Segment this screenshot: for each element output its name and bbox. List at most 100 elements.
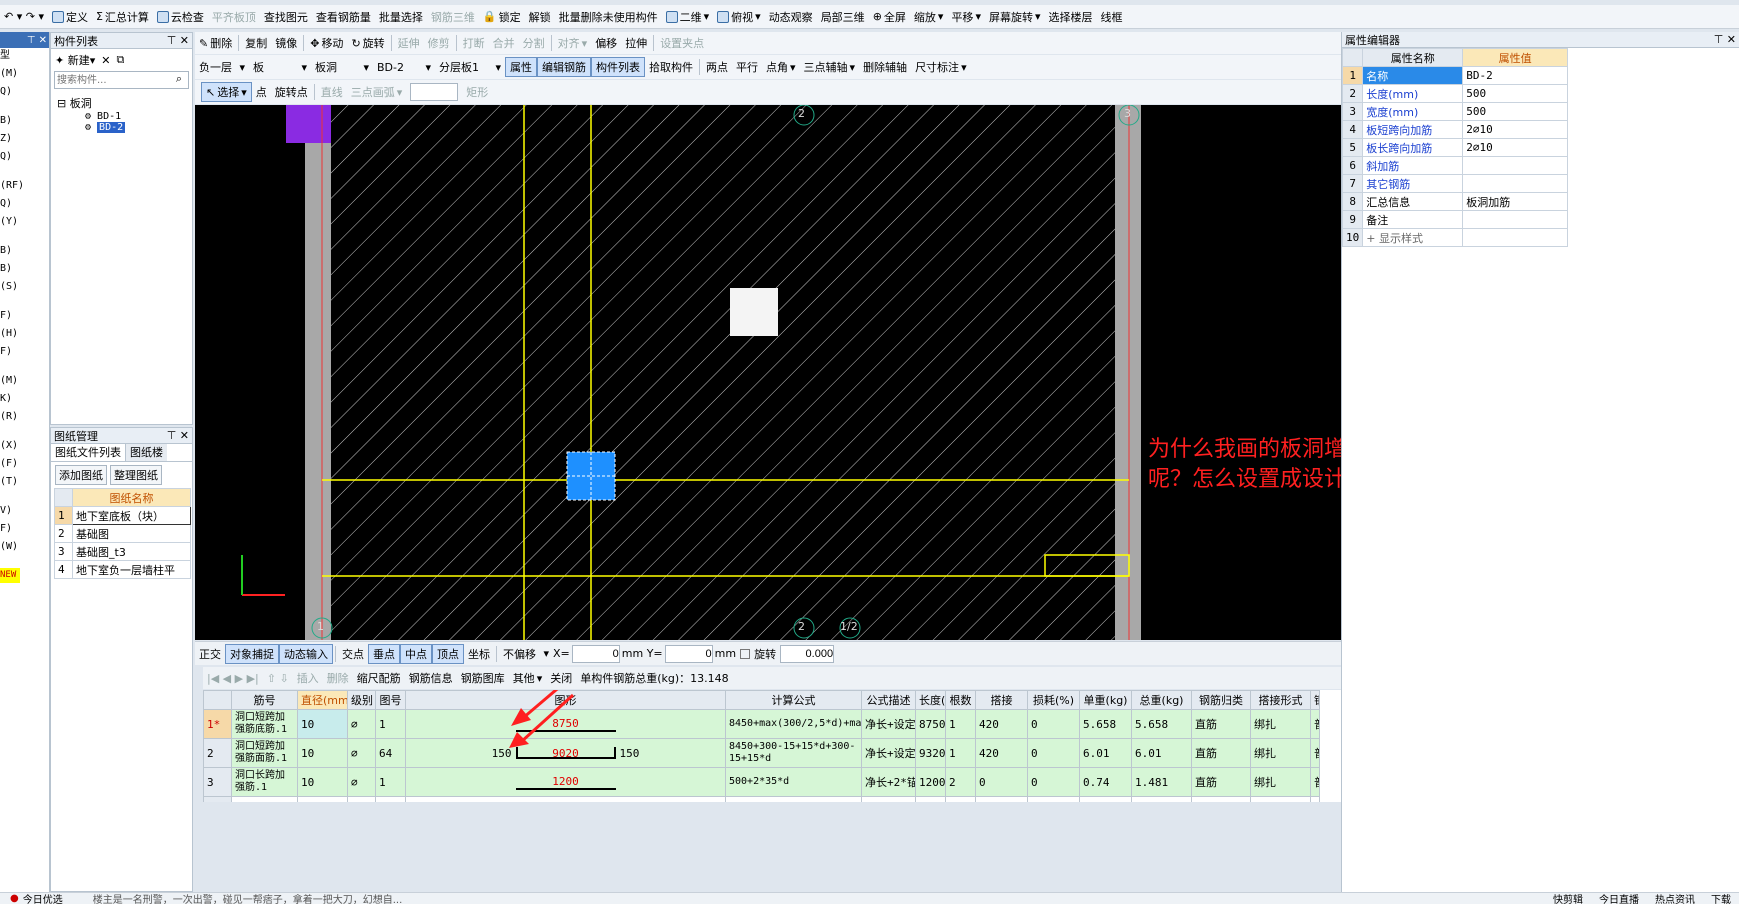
snap-intersection[interactable]: 交点 xyxy=(338,644,368,664)
member-select[interactable]: BD-2 ▾ xyxy=(373,57,435,77)
property-value[interactable] xyxy=(1462,210,1568,229)
drawing-row[interactable]: 3 基础图_t3 xyxy=(54,542,191,561)
tool-rotate[interactable]: ↻ 旋转 xyxy=(347,33,388,53)
tool-summary[interactable]: Σ 汇总计算 xyxy=(92,7,153,27)
rebar-cell-desc[interactable]: 净长+设定锚固+设定锚固 xyxy=(861,709,916,739)
snap-coordinate[interactable]: 坐标 xyxy=(464,644,494,664)
point-angle-button[interactable]: 点角 ▾ xyxy=(762,57,800,77)
rebar-shape-cell[interactable]: 1200 xyxy=(405,767,726,797)
tool-offset[interactable]: 偏移 xyxy=(591,33,621,53)
rebar-cell-cat[interactable]: 直筋 xyxy=(1191,709,1251,739)
tool-align[interactable]: 对齐 ▾ xyxy=(554,33,592,53)
offset-select[interactable]: 不偏移 ▾ xyxy=(499,644,553,664)
tool-stretch[interactable]: 拉伸 xyxy=(621,33,651,53)
tool-wireframe[interactable]: 线框 xyxy=(1097,7,1127,27)
rebar-cell-fig[interactable]: 1 xyxy=(375,767,406,797)
point-button[interactable]: 点 xyxy=(252,82,271,102)
rebar-cell-lap_form[interactable]: 绑扎 xyxy=(1250,709,1311,739)
dynamic-input-toggle[interactable]: 动态输入 xyxy=(279,643,333,664)
tree-root-item[interactable]: ⊟ 板洞 xyxy=(57,95,192,111)
property-row[interactable]: 6 斜加筋 xyxy=(1341,156,1568,175)
rebar-cell-unit_w[interactable]: 5.658 xyxy=(1079,709,1132,739)
properties-button[interactable]: 属性 xyxy=(505,57,537,77)
tool-rotate-screen[interactable]: 屏幕旋转 ▾ xyxy=(985,7,1045,27)
drawing-row[interactable]: 4 地下室负一层墙柱平 xyxy=(54,560,191,579)
drawing-row[interactable]: 1 地下室底板（块） xyxy=(54,506,191,525)
rebar-cell-fig[interactable] xyxy=(375,796,406,802)
rebar-cell-desc[interactable] xyxy=(861,796,916,802)
module-nav-item[interactable]: B) xyxy=(0,261,49,276)
module-nav-item[interactable]: (T) xyxy=(0,474,49,489)
rebar-cell-cat[interactable] xyxy=(1191,796,1251,802)
tool-break[interactable]: 打断 xyxy=(459,33,489,53)
rebar-col-header[interactable]: 钢筋类型 xyxy=(1310,690,1320,710)
rebar-col-header[interactable]: 直径(mm) xyxy=(297,690,348,710)
tool-move[interactable]: ✥ 移动 xyxy=(306,33,347,53)
rebar-row[interactable]: 4 xyxy=(203,796,1320,802)
rect-button[interactable]: 矩形 xyxy=(462,82,492,102)
rebar-cell-desc[interactable]: 净长+2*锚固 xyxy=(861,767,916,797)
rotate-angle-input[interactable] xyxy=(780,644,835,663)
copy-component-icon[interactable]: ⧉ xyxy=(116,53,124,67)
rebar-cell-count[interactable]: 1 xyxy=(945,738,976,768)
rebar-cell-formula[interactable]: 500+2*35*d xyxy=(725,767,862,797)
arc-button[interactable]: 三点画弧 ▾ xyxy=(347,82,407,102)
property-row[interactable]: 5 板长跨向加筋 2⌀10 xyxy=(1341,138,1568,157)
tool-align-top[interactable]: 平齐板顶 xyxy=(208,7,260,27)
rebar-row[interactable]: 3洞口长跨加强筋.110⌀11200500+2*35*d净长+2*锚固12002… xyxy=(203,767,1320,797)
rebar-cell-cat[interactable]: 直筋 xyxy=(1191,738,1251,768)
rebar-cell-lap[interactable]: 420 xyxy=(975,709,1028,739)
rebar-col-header[interactable]: 级别 xyxy=(347,690,376,710)
up-down-icon[interactable]: ⇧ ⇩ xyxy=(263,668,293,688)
module-nav-item[interactable]: K) xyxy=(0,391,49,406)
rebar-cell-len[interactable] xyxy=(915,796,946,802)
rebar-col-header[interactable]: 总重(kg) xyxy=(1131,690,1192,710)
rebar-cell-formula[interactable]: 8450+300-15+15*d+300-15+15*d xyxy=(725,738,862,768)
rebar-cell-dia[interactable]: 10 xyxy=(297,738,348,768)
rebar-cell-total_w[interactable]: 6.01 xyxy=(1131,738,1192,768)
module-nav-item[interactable]: V) xyxy=(0,503,49,518)
rebar-col-header[interactable]: 长度(mm) xyxy=(915,690,946,710)
tool-trim[interactable]: 修剪 xyxy=(424,33,454,53)
module-nav-item[interactable]: (X) xyxy=(0,438,49,453)
rebar-cell-dia[interactable]: 10 xyxy=(297,767,348,797)
status-link[interactable]: 下载 xyxy=(1711,893,1731,904)
rebar-cell-name[interactable]: 洞口长跨加强筋.1 xyxy=(231,767,298,797)
edit-rebar-button[interactable]: 编辑钢筋 xyxy=(537,57,591,77)
property-row[interactable]: 1 名称 BD-2 xyxy=(1341,66,1568,85)
news-ticker[interactable]: 楼主是一名刑警，一次出警，碰见一帮痞子，拿着一把大刀，幻想自... xyxy=(93,893,403,904)
property-value[interactable]: 2⌀10 xyxy=(1462,120,1568,139)
property-value[interactable] xyxy=(1462,156,1568,175)
property-value[interactable]: 板洞加筋 xyxy=(1462,192,1568,211)
tool-pan[interactable]: 平移 ▾ xyxy=(947,7,985,27)
tool-merge[interactable]: 合并 xyxy=(489,33,519,53)
tool-copy[interactable]: 复制 xyxy=(241,33,271,53)
rebar-cell-total_w[interactable]: 1.481 xyxy=(1131,767,1192,797)
rebar-cell-count[interactable]: 2 xyxy=(945,767,976,797)
status-link[interactable]: 热点资讯 xyxy=(1655,893,1695,904)
rebar-cell-fig[interactable]: 64 xyxy=(375,738,406,768)
layer-select[interactable]: 分层板1 ▾ xyxy=(435,57,505,77)
rebar-cell-count[interactable]: 1 xyxy=(945,709,976,739)
two-point-button[interactable]: 两点 xyxy=(702,57,732,77)
property-row[interactable]: 10 + 显示样式 xyxy=(1341,228,1568,247)
rebar-cell-loss[interactable] xyxy=(1027,796,1080,802)
rebar-col-header[interactable]: 计算公式 xyxy=(725,690,862,710)
module-nav-item[interactable]: (RF) xyxy=(0,178,49,193)
delete-component-icon[interactable]: ✕ xyxy=(101,54,110,67)
property-row[interactable]: 4 板短跨向加筋 2⌀10 xyxy=(1341,120,1568,139)
rebar-cell-type[interactable]: 普通钢筋 xyxy=(1310,767,1320,797)
rebar-cell-type[interactable]: 普通钢筋 xyxy=(1310,738,1320,768)
rebar-row[interactable]: 1* 洞口短跨加强筋底筋.1 10 ⌀ 1 8750 8450+max(300/2,5*d)… xyxy=(203,709,1320,739)
rebar-cell-lap_form[interactable]: 绑扎 xyxy=(1250,738,1311,768)
tool-orbit[interactable]: 动态观察 xyxy=(765,7,817,27)
tool-split[interactable]: 分割 xyxy=(519,33,549,53)
rebar-col-header[interactable]: 钢筋归类 xyxy=(1191,690,1251,710)
property-value[interactable]: BD-2 xyxy=(1462,66,1568,85)
property-value[interactable]: 500 xyxy=(1462,102,1568,121)
delete-axis-button[interactable]: 删除辅轴 xyxy=(859,57,911,77)
rebar-cell-unit_w[interactable]: 0.74 xyxy=(1079,767,1132,797)
rotate-checkbox[interactable] xyxy=(740,648,751,659)
organize-drawing-button[interactable]: 整理图纸 xyxy=(110,465,162,485)
pin-close-icon[interactable]: ⊤ ✕ xyxy=(167,34,189,47)
